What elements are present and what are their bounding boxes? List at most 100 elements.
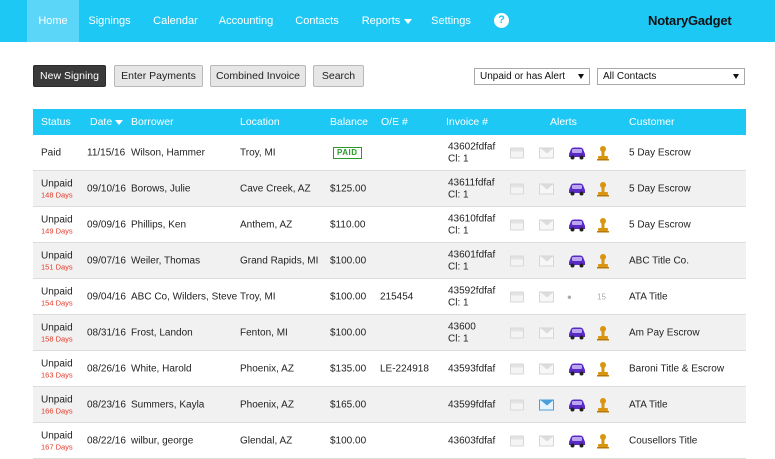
mail-icon[interactable] bbox=[539, 219, 554, 230]
car-icon[interactable] bbox=[567, 326, 587, 340]
invoice-cell[interactable]: 43610fdfaf Cl: 1 bbox=[448, 213, 495, 236]
customer-cell[interactable]: Am Pay Escrow bbox=[629, 327, 700, 338]
mail-icon[interactable] bbox=[539, 255, 554, 266]
mail-icon[interactable] bbox=[539, 183, 554, 194]
table-row[interactable]: Unpaid 166 Days 08/23/16 Summers, Kayla Phoe… bbox=[33, 387, 746, 423]
nav-home[interactable]: Home bbox=[27, 0, 79, 42]
table-row[interactable]: Unpaid 154 Days 09/04/16 ABC Co, Wilders, S… bbox=[33, 279, 746, 315]
calendar-icon[interactable] bbox=[510, 327, 524, 338]
search-button[interactable]: Search bbox=[313, 65, 364, 87]
location-cell: Troy, MI bbox=[240, 291, 276, 302]
calendar-icon[interactable] bbox=[510, 183, 524, 194]
customer-cell[interactable]: 5 Day Escrow bbox=[629, 183, 691, 194]
customer-cell[interactable]: Baroni Title & Escrow bbox=[629, 363, 724, 374]
invoice-cell[interactable]: 43611fdfaf Cl: 1 bbox=[448, 177, 495, 200]
table-row[interactable]: Unpaid 149 Days 09/09/16 Phillips, Ken Anthe… bbox=[33, 207, 746, 243]
mail-icon[interactable] bbox=[539, 147, 554, 158]
mail-icon[interactable] bbox=[539, 363, 554, 374]
car-icon[interactable] bbox=[567, 146, 587, 160]
nav-settings[interactable]: Settings bbox=[426, 0, 476, 42]
status-text: Unpaid bbox=[41, 358, 73, 369]
calendar-icon[interactable] bbox=[510, 255, 524, 266]
calendar-icon[interactable] bbox=[510, 363, 524, 374]
car-icon[interactable] bbox=[567, 398, 587, 412]
car-icon[interactable] bbox=[567, 218, 587, 232]
car-icon[interactable] bbox=[567, 434, 587, 448]
car-icon[interactable] bbox=[567, 254, 587, 268]
invoice-cell[interactable]: 43603fdfaf bbox=[448, 435, 495, 446]
customer-cell[interactable]: ATA Title bbox=[629, 399, 668, 410]
nav-calendar[interactable]: Calendar bbox=[148, 0, 203, 42]
table-row[interactable]: Unpaid 163 Days 08/26/16 White, Harold Phoen… bbox=[33, 351, 746, 387]
status-text: Unpaid bbox=[41, 250, 73, 261]
invoice-cell[interactable]: 43602fdfaf Cl: 1 bbox=[448, 141, 495, 164]
header-date[interactable]: Date bbox=[90, 109, 124, 135]
car-icon[interactable] bbox=[567, 362, 587, 376]
borrower-cell[interactable]: ABC Co, Wilders, Steve bbox=[131, 291, 237, 302]
customer-cell[interactable]: 5 Day Escrow bbox=[629, 147, 691, 158]
header-borrower[interactable]: Borrower bbox=[131, 109, 174, 135]
invoice-cell[interactable]: 43600 Cl: 1 bbox=[448, 321, 476, 344]
notary-stamp-icon[interactable] bbox=[597, 253, 609, 269]
invoice-cell[interactable]: 43599fdfaf bbox=[448, 399, 495, 410]
header-customer[interactable]: Customer bbox=[629, 109, 675, 135]
invoice-cell[interactable]: 43601fdfaf Cl: 1 bbox=[448, 249, 495, 272]
invoice-cell[interactable]: 43593fdfaf bbox=[448, 363, 495, 374]
calendar-icon[interactable] bbox=[510, 399, 524, 410]
table-row[interactable]: Unpaid 167 Days 08/22/16 wilbur, george Glen… bbox=[33, 423, 746, 459]
customer-cell[interactable]: ATA Title bbox=[629, 291, 668, 302]
enter-payments-button[interactable]: Enter Payments bbox=[114, 65, 203, 87]
notary-stamp-icon[interactable] bbox=[597, 325, 609, 341]
notary-stamp-icon[interactable] bbox=[597, 361, 609, 377]
nav-reports[interactable]: Reports bbox=[356, 0, 418, 42]
notary-stamp-icon[interactable] bbox=[597, 433, 609, 449]
header-oe[interactable]: O/E # bbox=[381, 109, 408, 135]
header-status[interactable]: Status bbox=[41, 109, 71, 135]
borrower-cell[interactable]: Weiler, Thomas bbox=[131, 255, 200, 266]
mail-icon[interactable] bbox=[539, 399, 554, 410]
mail-icon[interactable] bbox=[539, 435, 554, 446]
borrower-cell[interactable]: Frost, Landon bbox=[131, 327, 193, 338]
header-invoice[interactable]: Invoice # bbox=[446, 109, 488, 135]
calendar-icon[interactable] bbox=[510, 147, 524, 158]
car-icon[interactable] bbox=[567, 182, 587, 196]
table-row[interactable]: Unpaid 148 Days 09/10/16 Borows, Julie Cave … bbox=[33, 171, 746, 207]
nav-accounting[interactable]: Accounting bbox=[214, 0, 278, 42]
date-cell: 09/04/16 bbox=[87, 291, 126, 302]
table-row[interactable]: Paid 11/15/16 Wilson, Hammer Troy, MI PAID 43… bbox=[33, 135, 746, 171]
mail-icon[interactable] bbox=[539, 291, 554, 302]
calendar-icon[interactable] bbox=[510, 291, 524, 302]
customer-cell[interactable]: 5 Day Escrow bbox=[629, 219, 691, 230]
contacts-filter-select[interactable]: All Contacts bbox=[597, 68, 745, 85]
invoice-cl: Cl: 1 bbox=[448, 225, 469, 236]
nav-signings[interactable]: Signings bbox=[82, 0, 137, 42]
header-date-label: Date bbox=[90, 116, 113, 128]
location-cell: Phoenix, AZ bbox=[240, 363, 294, 374]
borrower-cell[interactable]: Wilson, Hammer bbox=[131, 147, 205, 158]
table-row[interactable]: Unpaid 158 Days 08/31/16 Frost, Landon Fento… bbox=[33, 315, 746, 351]
new-signing-button[interactable]: New Signing bbox=[33, 65, 106, 87]
notary-stamp-icon[interactable] bbox=[597, 181, 609, 197]
header-balance[interactable]: Balance bbox=[330, 109, 368, 135]
mail-icon[interactable] bbox=[539, 327, 554, 338]
help-icon[interactable]: ? bbox=[494, 13, 509, 28]
header-location[interactable]: Location bbox=[240, 109, 280, 135]
customer-cell[interactable]: Cousellors Title bbox=[629, 435, 697, 446]
borrower-cell[interactable]: Borows, Julie bbox=[131, 183, 190, 194]
invoice-cell[interactable]: 43592fdfaf Cl: 1 bbox=[448, 285, 495, 308]
notary-stamp-icon[interactable] bbox=[597, 217, 609, 233]
borrower-cell[interactable]: Summers, Kayla bbox=[131, 399, 204, 410]
calendar-icon[interactable] bbox=[510, 435, 524, 446]
borrower-cell[interactable]: Phillips, Ken bbox=[131, 219, 186, 230]
combined-invoice-button[interactable]: Combined Invoice bbox=[210, 65, 306, 87]
table-row[interactable]: Unpaid 151 Days 09/07/16 Weiler, Thomas Gran… bbox=[33, 243, 746, 279]
date-cell: 08/22/16 bbox=[87, 435, 126, 446]
borrower-cell[interactable]: White, Harold bbox=[131, 363, 192, 374]
status-filter-select[interactable]: Unpaid or has Alert bbox=[474, 68, 590, 85]
customer-cell[interactable]: ABC Title Co. bbox=[629, 255, 689, 266]
notary-stamp-icon[interactable] bbox=[597, 145, 609, 161]
borrower-cell[interactable]: wilbur, george bbox=[131, 435, 193, 446]
nav-contacts[interactable]: Contacts bbox=[290, 0, 344, 42]
calendar-icon[interactable] bbox=[510, 219, 524, 230]
notary-stamp-icon[interactable] bbox=[597, 397, 609, 413]
